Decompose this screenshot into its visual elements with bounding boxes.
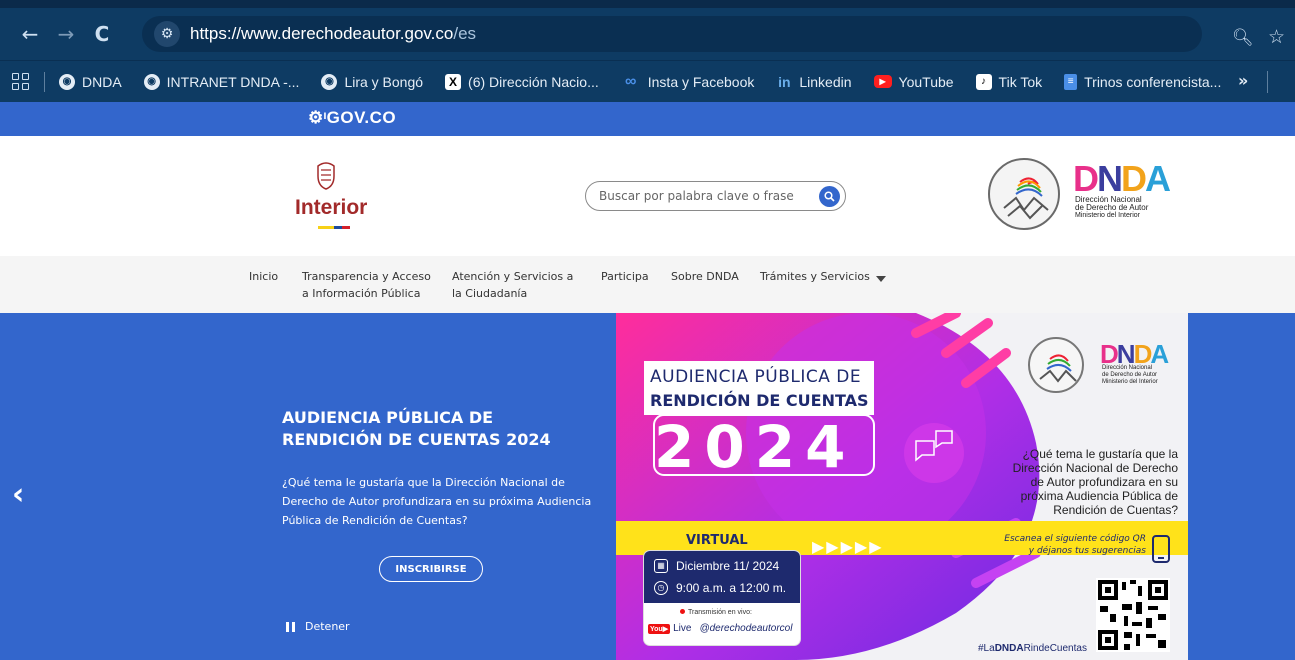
x-icon: X [445, 73, 462, 90]
phone-icon [1152, 535, 1170, 563]
browser-toolbar: ← → C ⚙ https://www.derechodeautor.gov.c… [0, 8, 1295, 60]
clock-icon: ◷ [654, 581, 668, 595]
carousel-prev-button[interactable]: ‹ [12, 477, 24, 512]
meta-icon: ∞ [625, 72, 637, 90]
ministry-interior-logo[interactable]: Interior [295, 196, 367, 220]
banner-time: ◷ 9:00 a.m. a 12:00 m. [654, 581, 786, 595]
bookmark-tiktok[interactable]: ♪ Tik Tok [975, 73, 1042, 90]
rendicion-cuentas-banner[interactable]: AUDIENCIA PÚBLICA DE RENDICIÓN DE CUENTA… [616, 313, 1188, 660]
dnda-seal-art [1003, 177, 1049, 220]
banner-arrows-icon: ▶▶▶▶▶ [812, 537, 884, 556]
globe-icon: ◉ [321, 73, 338, 90]
colombia-flag-stripe [318, 226, 350, 229]
caret-down-icon [875, 276, 886, 282]
banner-year: 2024 [654, 413, 856, 481]
pause-icon [286, 621, 295, 632]
reload-icon[interactable]: C [84, 22, 120, 46]
calendar-icon: ▦ [654, 559, 668, 573]
youtube-icon: ▶ [873, 75, 892, 88]
bookmarks-divider [44, 71, 45, 92]
bookmark-dnda[interactable]: ◉ DNDA [59, 73, 122, 90]
banner-date: ▦ Diciembre 11/ 2024 [654, 559, 779, 573]
linkedin-icon: in [778, 73, 791, 90]
bookmark-lira-bongo[interactable]: ◉ Lira y Bongó [321, 73, 423, 90]
window-top-strip [0, 0, 1295, 8]
zoom-icon[interactable]: 🔍︎ [1232, 28, 1254, 48]
globe-icon: ◉ [59, 73, 75, 90]
hero-slide: ‹ AUDIENCIA PÚBLICA DE RENDICIÓN DE CUEN… [0, 313, 616, 660]
banner-date-block: ▦ Diciembre 11/ 2024 ◷ 9:00 a.m. a 12:00 m… [644, 551, 800, 603]
banner-event-card: ▦ Diciembre 11/ 2024 ◷ 9:00 a.m. a 12:00 m… [644, 551, 800, 645]
dnda-seal-icon[interactable] [988, 158, 1060, 230]
nav-atencion[interactable]: Atención y Servicios a la Ciudadanía [452, 268, 573, 302]
bookmarks-bar: ◉ DNDA ◉ INTRANET DNDA -... ◉ Lira y Bongó … [0, 60, 1295, 102]
site-search [585, 181, 846, 211]
back-arrow-icon[interactable]: ← [12, 22, 48, 46]
youtube-logo-icon: You▶ [648, 623, 671, 634]
govco-bar: ⚙ᶦGOV.CO [0, 102, 1295, 136]
banner-seal-art [1039, 354, 1077, 383]
banner-dnda-seal-icon [1028, 337, 1084, 393]
banner-dnda-subtitle: Dirección Nacional de Derecho de Autor M… [1102, 365, 1158, 385]
more-bookmarks-button[interactable]: » [1238, 71, 1248, 90]
govco-emblem-icon: ⚙ᶦ [308, 108, 327, 127]
nav-tramites[interactable]: Trámites y Servicios [760, 268, 886, 285]
site-header: Interior DNDA Dirección Nacional de Dere… [0, 136, 1295, 256]
nav-participa[interactable]: Participa [601, 268, 649, 285]
site-settings-icon[interactable]: ⚙ [154, 21, 180, 47]
banner-hashtag: #LaDNDARindeCuentas [978, 643, 1087, 654]
tiktok-icon: ♪ [975, 73, 992, 90]
docs-icon: ≡ [1064, 73, 1078, 90]
banner-title-line2: RENDICIÓN DE CUENTAS [650, 391, 869, 410]
bookmark-youtube[interactable]: ▶ YouTube [873, 74, 954, 90]
url-host: https://www.derechodeautor.gov.co [190, 24, 454, 43]
bookmark-linkedin[interactable]: in Linkedin [776, 74, 851, 90]
banner-title-line1: AUDIENCIA PÚBLICA DE [650, 367, 862, 387]
carousel-pause-button[interactable]: Detener [286, 620, 350, 633]
bookmark-trinos[interactable]: ≡ Trinos conferencista... [1064, 73, 1221, 90]
nav-transparencia[interactable]: Transparencia y Acceso a Información Públ… [302, 268, 431, 302]
bookmark-star-icon[interactable]: ☆ [1268, 26, 1285, 48]
search-icon [824, 191, 835, 202]
qr-code-icon [1096, 578, 1170, 652]
main-nav: Inicio Transparencia y Acceso a Informaci… [0, 256, 1295, 313]
bookmark-x[interactable]: X (6) Dirección Nacio... [445, 73, 599, 90]
govco-logo[interactable]: ⚙ᶦGOV.CO [308, 108, 396, 128]
globe-icon: ◉ [143, 73, 160, 90]
url-path: /es [453, 24, 477, 43]
banner-scan-text: Escanea el siguiente código QR y déjanos… [1004, 534, 1146, 556]
hero-title: AUDIENCIA PÚBLICA DE RENDICIÓN DE CUENTA… [282, 408, 551, 449]
address-bar[interactable]: ⚙ https://www.derechodeautor.gov.co/es [142, 16, 1202, 52]
banner-question: ¿Qué tema le gustaría que la Dirección N… [1012, 447, 1178, 517]
banner-live-row: You▶ Live @derechodeautorcol [648, 623, 793, 634]
bookmark-insta-facebook[interactable]: ∞ Insta y Facebook [621, 72, 754, 90]
bookmarks-end-divider [1267, 71, 1268, 93]
hero-right-background [1188, 313, 1295, 660]
banner-live-label: Transmisión en vivo: [680, 609, 752, 616]
apps-grid-icon[interactable] [12, 72, 30, 91]
dnda-wordmark[interactable]: DNDA [1073, 161, 1171, 197]
bookmark-intranet[interactable]: ◉ INTRANET DNDA -... [143, 73, 299, 90]
dnda-subtitle: Dirección Nacional de Derecho de Autor M… [1075, 195, 1149, 220]
inscribirse-button[interactable]: INSCRIBIRSE [379, 556, 483, 582]
nav-sobre-dnda[interactable]: Sobre DNDA [671, 268, 739, 285]
colombia-coat-of-arms-icon[interactable] [314, 160, 338, 190]
forward-arrow-icon[interactable]: → [48, 22, 84, 46]
hero-description: ¿Qué tema le gustaría que la Dirección N… [282, 476, 592, 527]
search-button[interactable] [819, 186, 840, 207]
nav-inicio[interactable]: Inicio [249, 268, 278, 285]
url-text[interactable]: https://www.derechodeautor.gov.co/es [190, 24, 476, 44]
banner-virtual-label: VIRTUAL [686, 533, 748, 548]
search-input[interactable] [599, 189, 809, 203]
